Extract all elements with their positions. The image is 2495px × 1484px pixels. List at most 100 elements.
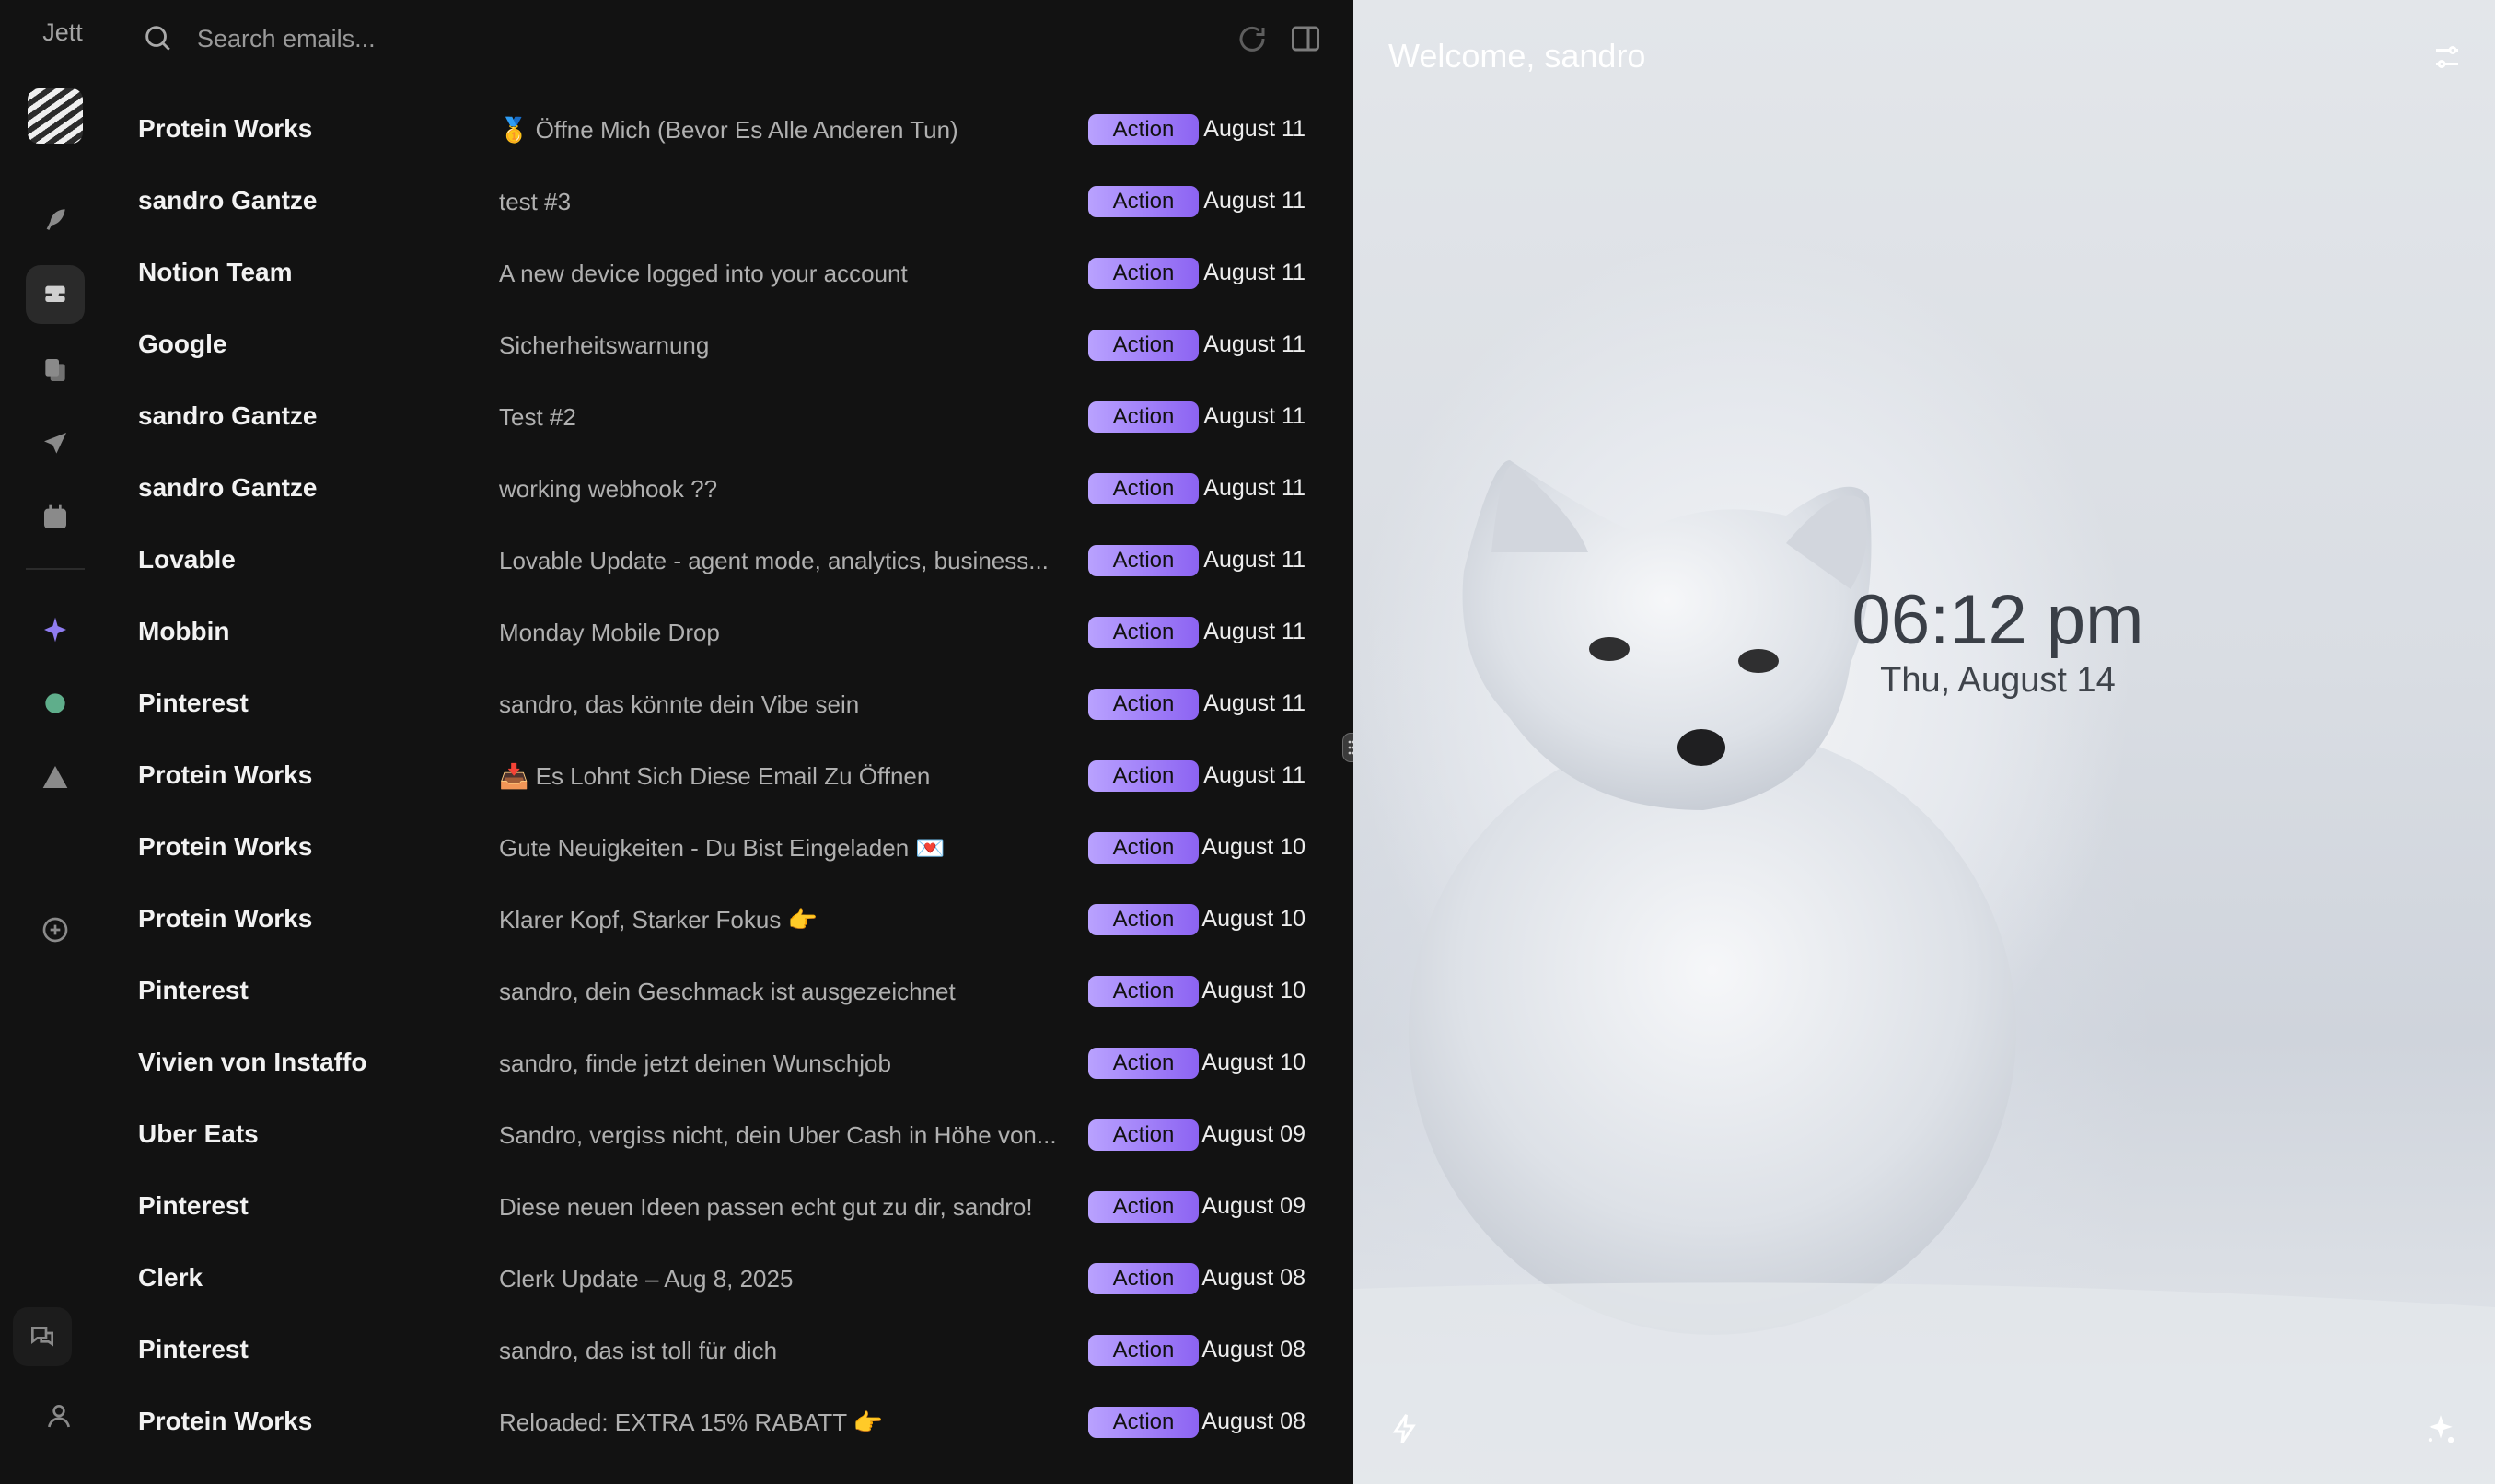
email-sender: Lovable	[138, 545, 236, 574]
email-subject: Reloaded: EXTRA 15% RABATT 👉	[499, 1409, 884, 1436]
email-date: August 08	[1201, 1265, 1306, 1291]
email-row[interactable]: Protein Works Reloaded: EXTRA 15% RABATT …	[0, 1388, 1352, 1460]
welcome-panel: Welcome, sandro 06:12 pm Thu, August 14	[1353, 0, 2495, 1484]
action-tag[interactable]: Action	[1088, 1191, 1199, 1223]
search-input[interactable]	[195, 17, 1027, 61]
email-row[interactable]: sandro Gantze working webhook ?? Action Aug…	[0, 455, 1352, 527]
magic-icon[interactable]	[2423, 1412, 2458, 1447]
email-date: August 11	[1203, 690, 1306, 716]
email-sender: Vivien von Instaffo	[138, 1048, 367, 1076]
clock-time: 06:12 pm	[1851, 581, 2144, 659]
email-subject: 📥 Es Lohnt Sich Diese Email Zu Öffnen	[499, 762, 931, 790]
email-subject: Lovable Update - agent mode, analytics, …	[499, 547, 1049, 574]
action-tag[interactable]: Action	[1088, 689, 1199, 720]
email-date: August 10	[1201, 906, 1306, 932]
email-subject: working webhook ??	[499, 475, 718, 503]
action-tag[interactable]: Action	[1088, 1119, 1199, 1151]
email-subject: Monday Mobile Drop	[499, 619, 720, 646]
action-tag[interactable]: Action	[1088, 976, 1199, 1007]
action-tag[interactable]: Action	[1088, 330, 1199, 361]
action-tag[interactable]: Action	[1088, 1407, 1199, 1438]
search-icon[interactable]	[142, 22, 173, 53]
email-row[interactable]: Pinterest sandro, das könnte dein Vibe se…	[0, 670, 1352, 742]
clock-date: Thu, August 14	[1880, 661, 2116, 700]
email-sender: Pinterest	[138, 689, 249, 717]
action-tag[interactable]: Action	[1088, 114, 1199, 145]
email-sender: sandro Gantze	[138, 473, 318, 502]
email-row[interactable]: Clerk Clerk Update – Aug 8, 2025 Action Aug…	[0, 1245, 1352, 1316]
email-date: August 10	[1201, 978, 1306, 1003]
search-bar	[129, 0, 1319, 77]
email-date: August 08	[1201, 1337, 1306, 1362]
bolt-icon[interactable]	[1388, 1412, 1422, 1445]
email-row[interactable]: Vivien von Instaffo sandro, finde jetzt d…	[0, 1029, 1352, 1101]
email-subject: Klarer Kopf, Starker Fokus 👉	[499, 906, 818, 933]
email-date: August 10	[1201, 834, 1306, 860]
email-row[interactable]: Uber Eats Sandro, vergiss nicht, dein Ube…	[0, 1101, 1352, 1173]
email-subject: test #3	[499, 188, 572, 215]
email-date: August 09	[1201, 1193, 1306, 1219]
email-subject: Sandro, vergiss nicht, dein Uber Cash in…	[499, 1121, 1057, 1149]
email-row[interactable]: Pinterest Diese neuen Ideen passen echt g…	[0, 1173, 1352, 1245]
email-row[interactable]: Google Sicherheitswarnung Action August 11	[0, 311, 1352, 383]
email-sender: sandro Gantze	[138, 186, 318, 214]
email-date: August 11	[1203, 619, 1306, 644]
email-row[interactable]: Protein Works Klarer Kopf, Starker Fokus …	[0, 886, 1352, 957]
email-date: August 08	[1201, 1409, 1306, 1434]
email-row[interactable]: Protein Works 📥 Es Lohnt Sich Diese Email…	[0, 742, 1352, 814]
email-date: August 10	[1201, 1049, 1306, 1075]
email-sender: Protein Works	[138, 1407, 313, 1435]
settings-sliders-icon[interactable]	[2431, 41, 2464, 74]
email-subject: Test #2	[499, 403, 576, 431]
refresh-icon[interactable]	[1236, 22, 1269, 55]
email-date: August 11	[1203, 547, 1306, 573]
email-sender: Protein Works	[138, 760, 313, 789]
email-row[interactable]: Protein Works Gute Neuigkeiten - Du Bist …	[0, 814, 1352, 886]
email-sender: Protein Works	[138, 114, 313, 143]
action-tag[interactable]: Action	[1088, 617, 1199, 648]
email-sender: Protein Works	[138, 832, 313, 861]
email-row[interactable]: Lovable Lovable Update - agent mode, anal…	[0, 527, 1352, 598]
email-date: August 11	[1203, 403, 1306, 429]
email-subject: Diese neuen Ideen passen echt gut zu dir…	[499, 1193, 1033, 1221]
email-subject: Gute Neuigkeiten - Du Bist Eingeladen 💌	[499, 834, 946, 862]
email-subject: Sicherheitswarnung	[499, 331, 710, 359]
arctic-fox-image	[1353, 460, 2495, 1484]
email-subject: A new device logged into your account	[499, 260, 908, 287]
action-tag[interactable]: Action	[1088, 186, 1199, 217]
email-date: August 11	[1203, 762, 1306, 788]
email-subject: 🥇 Öffne Mich (Bevor Es Alle Anderen Tun)	[499, 116, 958, 144]
action-tag[interactable]: Action	[1088, 1335, 1199, 1366]
email-row[interactable]: sandro Gantze test #3 Action August 11	[0, 168, 1352, 239]
email-list: Protein Works 🥇 Öffne Mich (Bevor Es Alle…	[0, 96, 1352, 1484]
action-tag[interactable]: Action	[1088, 760, 1199, 792]
email-sender: Pinterest	[138, 1335, 249, 1363]
email-row[interactable]: Pinterest sandro, das ist toll für dich Ac…	[0, 1316, 1352, 1388]
action-tag[interactable]: Action	[1088, 401, 1199, 433]
action-tag[interactable]: Action	[1088, 545, 1199, 576]
email-sender: Clerk	[138, 1263, 203, 1292]
panel-toggle-icon[interactable]	[1289, 22, 1322, 55]
action-tag[interactable]: Action	[1088, 258, 1199, 289]
email-row[interactable]: Notion Team A new device logged into your…	[0, 239, 1352, 311]
email-date: August 11	[1203, 116, 1306, 142]
action-tag[interactable]: Action	[1088, 473, 1199, 504]
email-date: August 11	[1203, 188, 1306, 214]
email-row[interactable]: Protein Works 🥇 Öffne Mich (Bevor Es Alle…	[0, 96, 1352, 168]
email-date: August 11	[1203, 260, 1306, 285]
email-sender: Google	[138, 330, 227, 358]
email-date: August 11	[1203, 331, 1306, 357]
email-sender: Protein Works	[138, 904, 313, 933]
app-brand: Jett	[42, 18, 83, 46]
action-tag[interactable]: Action	[1088, 832, 1199, 864]
email-subject: sandro, finde jetzt deinen Wunschjob	[499, 1049, 891, 1077]
action-tag[interactable]: Action	[1088, 1048, 1199, 1079]
action-tag[interactable]: Action	[1088, 904, 1199, 935]
email-subject: Clerk Update – Aug 8, 2025	[499, 1265, 794, 1293]
email-row[interactable]: Mobbin Monday Mobile Drop Action August 11	[0, 598, 1352, 670]
email-row[interactable]: Pinterest sandro, dein Geschmack ist ausg…	[0, 957, 1352, 1029]
email-date: August 11	[1203, 475, 1306, 501]
email-date: August 09	[1201, 1121, 1306, 1147]
email-row[interactable]: sandro Gantze Test #2 Action August 11	[0, 383, 1352, 455]
action-tag[interactable]: Action	[1088, 1263, 1199, 1294]
